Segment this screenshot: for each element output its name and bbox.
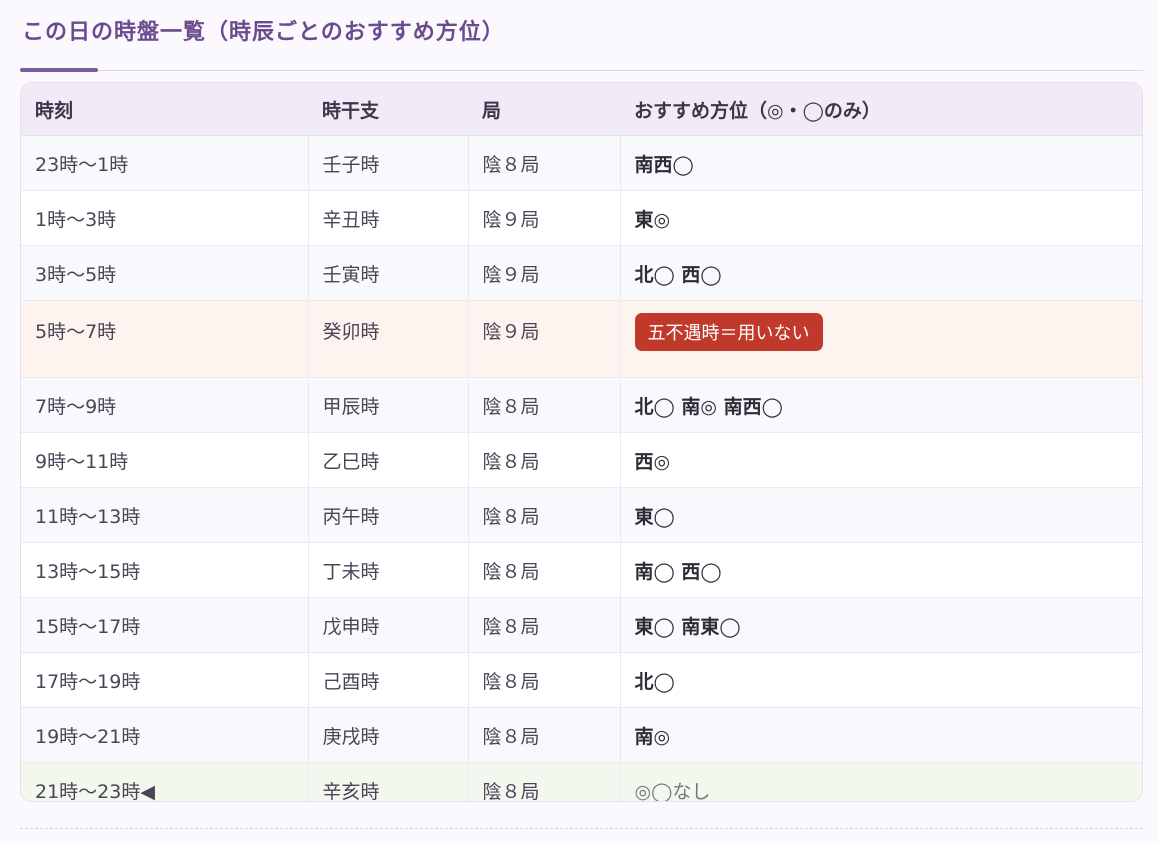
table-row-current: 21時〜23時◀ 辛亥時 陰８局 ◎◯なし bbox=[21, 762, 1142, 801]
board-cell: 陰８局 bbox=[468, 652, 621, 708]
title-divider bbox=[20, 70, 1143, 71]
warning-badge: 五不遇時＝用いない bbox=[634, 313, 823, 351]
time-cell: 5時〜7時 bbox=[21, 300, 309, 378]
direction-cell: 北◯ bbox=[620, 652, 1142, 708]
bottom-divider bbox=[20, 828, 1143, 829]
time-cell: 7時〜9時 bbox=[21, 377, 309, 433]
board-cell: 陰８局 bbox=[468, 707, 621, 763]
direction-cell: 南◯ 西◯ bbox=[620, 542, 1142, 598]
direction-cell: 北◯ 南◎ 南西◯ bbox=[620, 377, 1142, 433]
board-cell: 陰８局 bbox=[468, 542, 621, 598]
time-cell: 15時〜17時 bbox=[21, 597, 309, 653]
table-row: 9時〜11時 乙巳時 陰８局 西◎ bbox=[21, 432, 1142, 488]
header-board: 局 bbox=[468, 83, 620, 136]
table-row: 3時〜5時 壬寅時 陰９局 北◯ 西◯ bbox=[21, 245, 1142, 301]
stem-branch-cell: 乙巳時 bbox=[308, 432, 469, 488]
direction-cell: 西◎ bbox=[620, 432, 1142, 488]
header-stem-branch: 時干支 bbox=[308, 83, 468, 136]
stem-branch-cell: 戊申時 bbox=[308, 597, 469, 653]
page-title: この日の時盤一覧（時辰ごとのおすすめ方位） bbox=[22, 19, 505, 45]
direction-cell: 北◯ 西◯ bbox=[620, 245, 1142, 301]
stem-branch-cell: 丁未時 bbox=[308, 542, 469, 598]
direction-cell: ◎◯なし bbox=[620, 762, 1142, 801]
direction-cell: 五不遇時＝用いない bbox=[620, 300, 1142, 378]
direction-cell: 東◯ 南東◯ bbox=[620, 597, 1142, 653]
table-row: 13時〜15時 丁未時 陰８局 南◯ 西◯ bbox=[21, 542, 1142, 598]
time-cell: 17時〜19時 bbox=[21, 652, 309, 708]
board-cell: 陰８局 bbox=[468, 432, 621, 488]
time-cell: 19時〜21時 bbox=[21, 707, 309, 763]
board-cell: 陰９局 bbox=[468, 190, 621, 246]
time-cell: 9時〜11時 bbox=[21, 432, 309, 488]
hour-board-table-container: 時刻 時干支 局 おすすめ方位（◎・◯のみ） 23時〜1時 壬子時 陰８局 南西… bbox=[20, 82, 1143, 802]
stem-branch-cell: 癸卯時 bbox=[308, 300, 469, 378]
board-cell: 陰８局 bbox=[468, 135, 621, 191]
header-time: 時刻 bbox=[21, 83, 308, 136]
stem-branch-cell: 甲辰時 bbox=[308, 377, 469, 433]
direction-cell: 東◯ bbox=[620, 487, 1142, 543]
direction-cell: 南◎ bbox=[620, 707, 1142, 763]
stem-branch-cell: 庚戌時 bbox=[308, 707, 469, 763]
table-header-row: 時刻 時干支 局 おすすめ方位（◎・◯のみ） bbox=[21, 83, 1142, 136]
table-row: 11時〜13時 丙午時 陰８局 東◯ bbox=[21, 487, 1142, 543]
stem-branch-cell: 壬寅時 bbox=[308, 245, 469, 301]
time-cell: 23時〜1時 bbox=[21, 135, 309, 191]
table-row: 19時〜21時 庚戌時 陰８局 南◎ bbox=[21, 707, 1142, 763]
header-direction: おすすめ方位（◎・◯のみ） bbox=[620, 83, 1142, 136]
table-row: 7時〜9時 甲辰時 陰８局 北◯ 南◎ 南西◯ bbox=[21, 377, 1142, 433]
table-row: 15時〜17時 戊申時 陰８局 東◯ 南東◯ bbox=[21, 597, 1142, 653]
time-cell: 13時〜15時 bbox=[21, 542, 309, 598]
stem-branch-cell: 壬子時 bbox=[308, 135, 469, 191]
direction-cell: 南西◯ bbox=[620, 135, 1142, 191]
stem-branch-cell: 辛丑時 bbox=[308, 190, 469, 246]
stem-branch-cell: 己酉時 bbox=[308, 652, 469, 708]
board-cell: 陰８局 bbox=[468, 377, 621, 433]
stem-branch-cell: 丙午時 bbox=[308, 487, 469, 543]
direction-cell: 東◎ bbox=[620, 190, 1142, 246]
time-cell: 1時〜3時 bbox=[21, 190, 309, 246]
board-cell: 陰８局 bbox=[468, 487, 621, 543]
time-cell: 11時〜13時 bbox=[21, 487, 309, 543]
board-cell: 陰９局 bbox=[468, 300, 621, 378]
title-accent-bar bbox=[20, 68, 98, 72]
hour-board-table: 時刻 時干支 局 おすすめ方位（◎・◯のみ） 23時〜1時 壬子時 陰８局 南西… bbox=[21, 83, 1142, 801]
board-cell: 陰８局 bbox=[468, 762, 621, 801]
board-cell: 陰９局 bbox=[468, 245, 621, 301]
time-cell: 21時〜23時◀ bbox=[21, 762, 309, 801]
table-row: 17時〜19時 己酉時 陰８局 北◯ bbox=[21, 652, 1142, 708]
table-row: 23時〜1時 壬子時 陰８局 南西◯ bbox=[21, 135, 1142, 191]
table-row: 1時〜3時 辛丑時 陰９局 東◎ bbox=[21, 190, 1142, 246]
time-cell: 3時〜5時 bbox=[21, 245, 309, 301]
table-row-unlucky: 5時〜7時 癸卯時 陰９局 五不遇時＝用いない bbox=[21, 300, 1142, 378]
board-cell: 陰８局 bbox=[468, 597, 621, 653]
stem-branch-cell: 辛亥時 bbox=[308, 762, 469, 801]
